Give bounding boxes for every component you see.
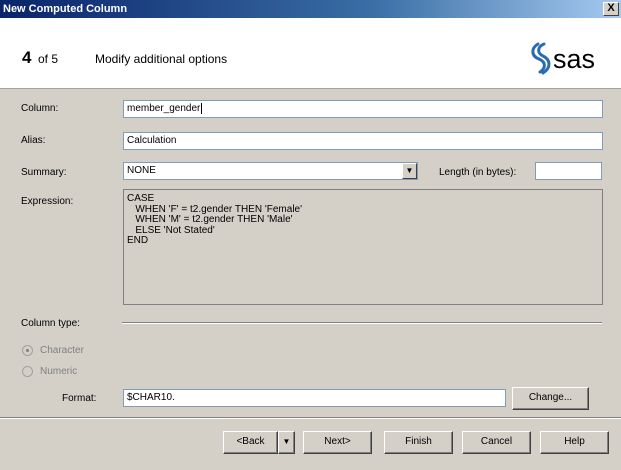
expression-label: Expression: xyxy=(21,196,74,207)
alias-label: Alias: xyxy=(21,135,46,146)
expression-box[interactable]: CASE WHEN 'F' = t2.gender THEN 'Female' … xyxy=(123,189,603,305)
change-button[interactable]: Change... xyxy=(512,387,589,410)
next-button[interactable]: Next> xyxy=(303,431,372,454)
expression-line: END xyxy=(127,235,149,247)
close-button[interactable]: X xyxy=(603,2,619,16)
chevron-down-icon[interactable]: ▼ xyxy=(402,163,417,179)
title-bar: New Computed Column X xyxy=(0,0,621,18)
window-title: New Computed Column xyxy=(3,3,128,15)
numeric-label: Numeric xyxy=(40,366,78,377)
back-dropdown-button[interactable]: ▼ xyxy=(278,431,295,454)
cancel-button[interactable]: Cancel xyxy=(462,431,531,454)
step-description: Modify additional options xyxy=(95,52,228,66)
character-label: Character xyxy=(40,345,84,356)
sas-logo-text: sas xyxy=(553,44,595,74)
column-label: Column: xyxy=(21,103,59,114)
options-panel: Column: member_gender Alias: Calculation… xyxy=(0,90,621,417)
text-caret xyxy=(201,103,203,114)
column-type-label: Column type: xyxy=(21,318,80,329)
column-type-divider xyxy=(122,322,602,324)
expression-line: ELSE 'Not Stated' xyxy=(127,224,215,236)
sas-logo: sas xyxy=(531,42,595,75)
length-input[interactable] xyxy=(535,162,602,180)
help-button[interactable]: Help xyxy=(540,431,609,454)
button-bar: <Back ▼ Next> Finish Cancel Help xyxy=(0,417,621,470)
numeric-radio[interactable] xyxy=(22,366,33,377)
wizard-header: 4 of 5 Modify additional options sas xyxy=(0,18,621,89)
format-input[interactable]: $CHAR10. xyxy=(123,389,506,407)
chevron-down-icon: ▼ xyxy=(282,437,291,446)
back-button[interactable]: <Back xyxy=(223,431,278,454)
summary-select[interactable]: NONE ▼ xyxy=(123,162,418,180)
sas-logo-mark xyxy=(531,42,551,75)
summary-value: NONE xyxy=(127,165,156,176)
summary-label: Summary: xyxy=(21,167,67,178)
finish-button[interactable]: Finish xyxy=(384,431,453,454)
character-radio[interactable] xyxy=(22,345,33,356)
alias-input[interactable]: Calculation xyxy=(123,132,603,150)
step-number: 4 xyxy=(22,48,32,67)
step-of-label: of 5 xyxy=(38,52,59,66)
length-label: Length (in bytes): xyxy=(439,167,517,178)
column-input[interactable]: member_gender xyxy=(123,100,603,118)
column-value: member_gender xyxy=(127,103,201,115)
format-label: Format: xyxy=(62,393,97,404)
expression-line: CASE xyxy=(127,193,155,204)
